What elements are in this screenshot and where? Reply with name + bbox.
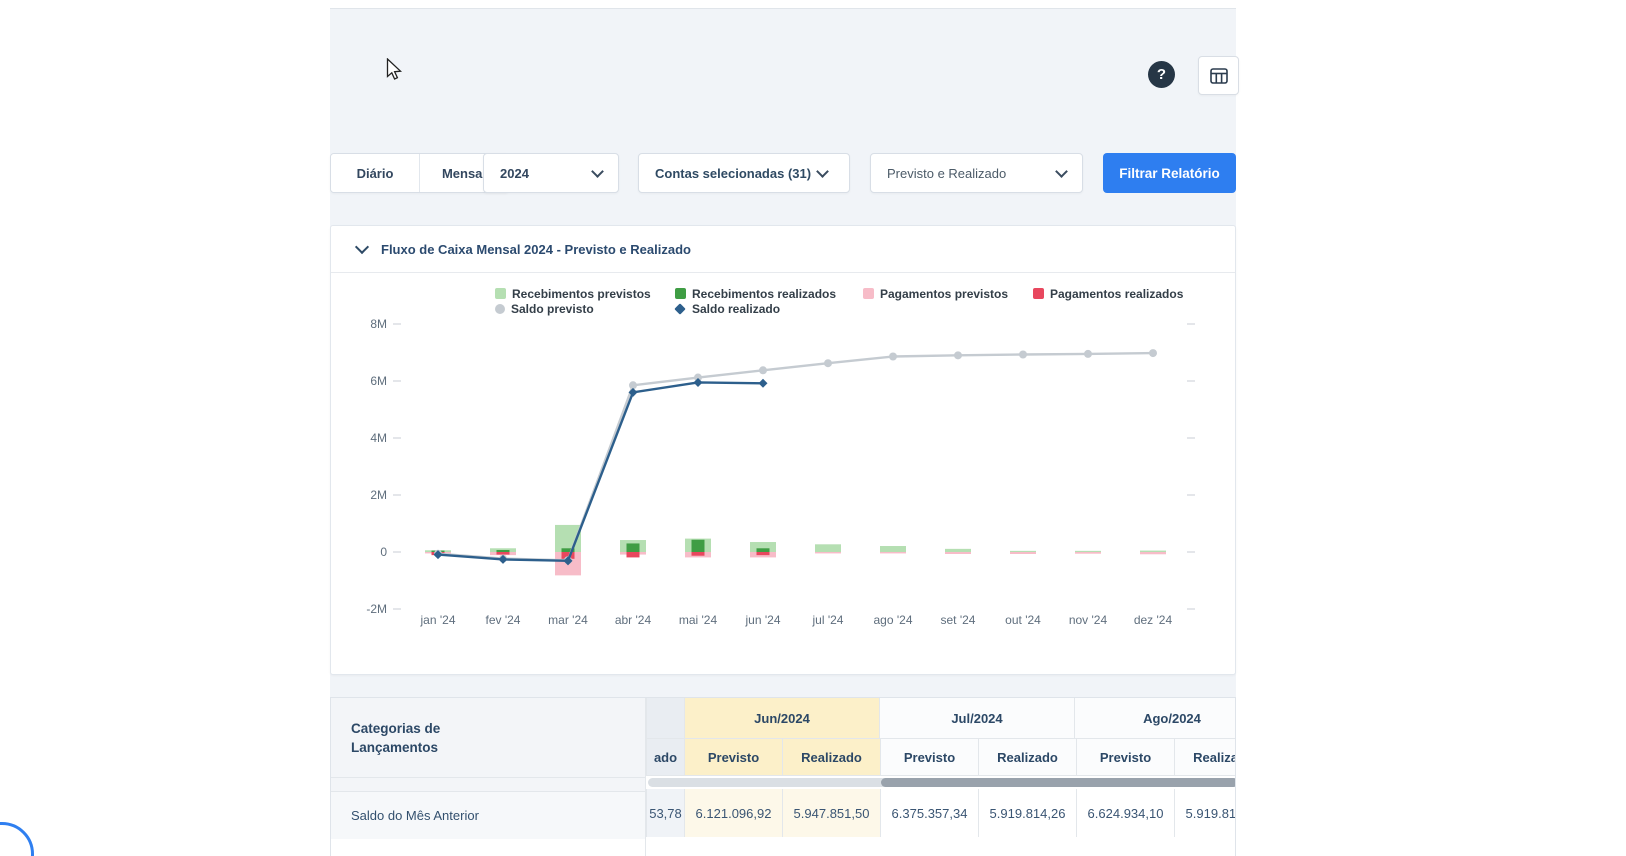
mode-select-value: Previsto e Realizado — [887, 165, 1007, 181]
svg-text:0: 0 — [380, 545, 387, 559]
legend-square-icon — [675, 288, 686, 299]
legend-square-icon — [863, 288, 874, 299]
table-subheader: Realizado — [1174, 739, 1235, 776]
accounts-select[interactable]: Contas selecionadas (31) — [638, 153, 850, 193]
legend-square-icon — [495, 288, 506, 299]
svg-text:mai '24: mai '24 — [679, 613, 718, 627]
svg-text:jul '24: jul '24 — [812, 613, 844, 627]
legend-label: Pagamentos realizados — [1050, 286, 1184, 301]
legend-square-icon — [1033, 288, 1044, 299]
svg-text:8M: 8M — [370, 317, 387, 331]
table-first-col-header: Categorias de Lançamentos — [331, 698, 645, 778]
table-first-col-header-line1: Categorias de — [351, 720, 441, 736]
table-first-col-header-line2: Lançamentos — [351, 739, 439, 755]
legend-diamond-icon — [674, 302, 686, 315]
table-subheader-partial: ado — [646, 739, 684, 776]
period-toggle-diario[interactable]: Diário — [331, 154, 419, 192]
legend-item[interactable]: Pagamentos previstos — [863, 286, 1033, 301]
svg-text:set '24: set '24 — [941, 613, 976, 627]
horizontal-scrollbar-thumb[interactable] — [881, 778, 1235, 787]
table-view-button[interactable] — [1198, 56, 1239, 95]
table-scrollbar-band — [646, 776, 1235, 789]
legend-label: Recebimentos previstos — [512, 286, 651, 301]
svg-text:jun '24: jun '24 — [745, 613, 781, 627]
collapse-chart-button[interactable] — [354, 239, 370, 255]
svg-text:dez '24: dez '24 — [1134, 613, 1173, 627]
table-cell: 6.121.096,92 — [684, 789, 782, 837]
svg-text:-2M: -2M — [366, 602, 387, 616]
table-frozen-column: Categorias de Lançamentos Saldo do Mês A… — [331, 698, 646, 856]
table-subheader: Previsto — [684, 739, 782, 776]
help-question-icon: ? — [1156, 66, 1167, 83]
table-first-col-gap — [331, 778, 645, 791]
legend-label: Recebimentos realizados — [692, 286, 837, 301]
table-group-header: Ago/2024 — [1074, 698, 1235, 739]
chart-legend: Recebimentos previstos Recebimentos reali… — [495, 286, 1183, 316]
chevron-down-icon — [1055, 165, 1068, 178]
svg-text:nov '24: nov '24 — [1069, 613, 1108, 627]
table-scroll-area: Jun/2024 Jul/2024 Ago/2024 ado Previsto Real… — [646, 698, 1235, 856]
table-row-label: Saldo do Mês Anterior — [331, 791, 645, 839]
table-subheader-row: ado Previsto Realizado Previsto Realizado Pre… — [646, 739, 1235, 776]
legend-circle-icon — [495, 303, 505, 314]
cashflow-chart: 8M 6M 4M 2M 0 -2M jan '24 fev '24 mar '24 abr '24… — [366, 317, 1195, 627]
svg-text:mar '24: mar '24 — [548, 613, 588, 627]
table-cell: 5.947.851,50 — [782, 789, 880, 837]
legend-item[interactable]: Recebimentos realizados — [675, 286, 863, 301]
table-subheader: Previsto — [880, 739, 978, 776]
legend-item[interactable]: Recebimentos previstos — [495, 286, 675, 301]
table-group-header-partial — [646, 698, 684, 739]
svg-text:4M: 4M — [370, 431, 387, 445]
table-cell-partial: 53,78 — [646, 789, 684, 837]
table-subheader: Previsto — [1076, 739, 1174, 776]
table-subheader: Realizado — [978, 739, 1076, 776]
year-select[interactable]: 2024 — [483, 153, 619, 193]
accounts-select-value: Contas selecionadas (31) — [655, 165, 812, 181]
svg-text:fev '24: fev '24 — [486, 613, 521, 627]
table-subheader: Realizado — [782, 739, 880, 776]
legend-label: Pagamentos previstos — [880, 286, 1009, 301]
svg-text:ago '24: ago '24 — [874, 613, 913, 627]
year-select-value: 2024 — [500, 165, 529, 181]
table-cell: 5.919.814,26 — [1174, 789, 1235, 837]
table-data-row: 53,78 6.121.096,92 5.947.851,50 6.375.357,3… — [646, 789, 1235, 837]
page: ? Diário Mensal 2024 Contas selecionadas… — [0, 0, 1626, 856]
table-cell: 6.375.357,34 — [880, 789, 978, 837]
filter-report-button[interactable]: Filtrar Relatório — [1103, 153, 1236, 193]
svg-text:6M: 6M — [370, 374, 387, 388]
svg-text:jan '24: jan '24 — [420, 613, 456, 627]
cashflow-panel: Fluxo de Caixa Mensal 2024 - Previsto e … — [330, 225, 1236, 675]
table-cell: 5.919.814,26 — [978, 789, 1076, 837]
mode-select[interactable]: Previsto e Realizado — [870, 153, 1083, 193]
table-cell: 6.624.934,10 — [1076, 789, 1174, 837]
svg-text:2M: 2M — [370, 488, 387, 502]
legend-item[interactable]: Pagamentos realizados — [1033, 286, 1183, 301]
table-group-header: Jun/2024 — [684, 698, 879, 739]
cashflow-panel-header: Fluxo de Caixa Mensal 2024 - Previsto e … — [331, 226, 1235, 273]
horizontal-scrollbar-track[interactable] — [648, 778, 1235, 787]
chevron-down-icon — [591, 165, 604, 178]
categories-table: Categorias de Lançamentos Saldo do Mês A… — [330, 697, 1236, 856]
floating-action-button-partial[interactable] — [0, 822, 34, 856]
chevron-down-icon — [816, 164, 829, 178]
help-button[interactable]: ? — [1148, 61, 1175, 88]
table-icon — [1209, 67, 1228, 84]
svg-text:out '24: out '24 — [1005, 613, 1041, 627]
content-area: ? Diário Mensal 2024 Contas selecionadas… — [330, 8, 1239, 856]
chart-title: Fluxo de Caixa Mensal 2024 - Previsto e … — [381, 241, 691, 257]
svg-text:abr '24: abr '24 — [615, 613, 652, 627]
table-group-header: Jul/2024 — [879, 698, 1074, 739]
table-group-header-row: Jun/2024 Jul/2024 Ago/2024 — [646, 698, 1235, 739]
